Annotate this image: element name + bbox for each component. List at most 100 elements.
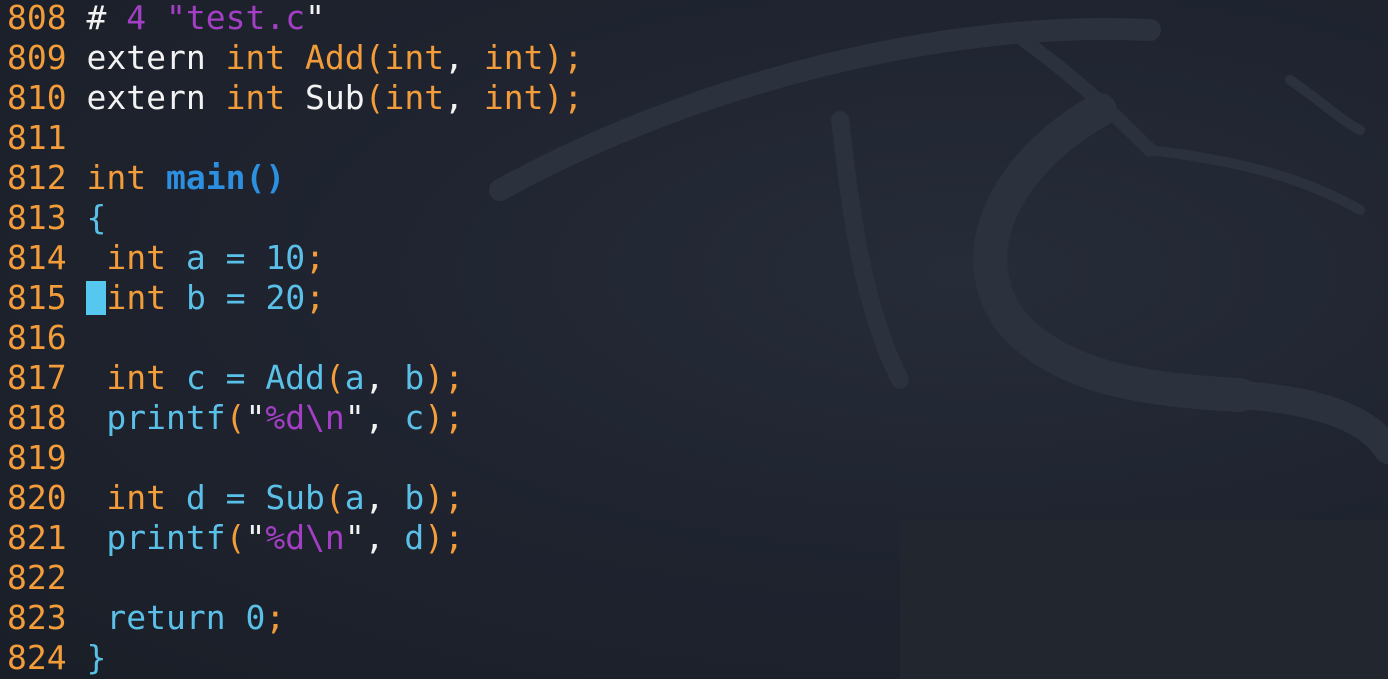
code-token: Sub bbox=[305, 78, 365, 117]
code-token: ( bbox=[324, 358, 345, 397]
line-number: 816 bbox=[7, 318, 67, 357]
line-number: 812 bbox=[7, 158, 67, 197]
code-token: b bbox=[404, 358, 425, 397]
code-token: " bbox=[245, 398, 266, 437]
code-token: int bbox=[483, 38, 544, 77]
code-line[interactable]: 809 extern int Add(int, int); bbox=[7, 38, 583, 78]
code-line[interactable]: 818 printf("%d\n", c); bbox=[7, 398, 583, 438]
line-number: 813 bbox=[7, 198, 67, 237]
code-token: d = Sub bbox=[185, 478, 325, 517]
code-token: printf bbox=[106, 398, 226, 437]
code-token: int bbox=[225, 78, 306, 117]
code-line[interactable]: 808 # 4 "test.c" bbox=[7, 0, 583, 38]
code-token: ( bbox=[364, 78, 385, 117]
code-line[interactable]: 813 { bbox=[7, 198, 583, 238]
line-number: 814 bbox=[7, 238, 67, 277]
code-token: ( bbox=[324, 478, 345, 517]
code-token: c = Add bbox=[185, 358, 325, 397]
line-number: 824 bbox=[7, 638, 67, 677]
code-token: "test.c bbox=[165, 0, 306, 37]
code-line[interactable]: 823 return 0; bbox=[7, 598, 583, 638]
line-number: 823 bbox=[7, 598, 67, 637]
code-token: int bbox=[86, 158, 166, 197]
code-token: 4 bbox=[126, 0, 166, 37]
code-token: " bbox=[305, 0, 325, 37]
code-token: , bbox=[364, 478, 405, 517]
code-line[interactable]: 820 int d = Sub(a, b); bbox=[7, 478, 583, 518]
code-token: a = bbox=[185, 238, 266, 277]
code-token: int bbox=[384, 78, 445, 117]
code-token: ); bbox=[424, 358, 465, 397]
line-number: 818 bbox=[7, 398, 67, 437]
code-line[interactable]: 821 printf("%d\n", d); bbox=[7, 518, 583, 558]
code-token: ); bbox=[424, 478, 465, 517]
line-number: 809 bbox=[7, 38, 67, 77]
line-number: 819 bbox=[7, 438, 67, 477]
code-token: main() bbox=[165, 158, 286, 197]
code-line[interactable]: 812 int main() bbox=[7, 158, 583, 198]
code-token: 20 bbox=[265, 278, 306, 317]
code-token: ( bbox=[364, 38, 385, 77]
code-token: ", bbox=[344, 518, 405, 557]
line-number: 808 bbox=[7, 0, 67, 37]
code-line[interactable]: 817 int c = Add(a, b); bbox=[7, 358, 583, 398]
line-number: 811 bbox=[7, 118, 67, 157]
code-line[interactable]: 822 bbox=[7, 558, 583, 598]
code-line[interactable]: 811 bbox=[7, 118, 583, 158]
code-token: ); bbox=[543, 38, 584, 77]
code-token: ); bbox=[424, 518, 465, 557]
code-token: a bbox=[344, 358, 365, 397]
code-editor[interactable]: 808 # 4 "test.c" 809 extern int Add(int, … bbox=[7, 0, 583, 678]
code-token: , bbox=[444, 38, 484, 77]
code-line[interactable]: 824 } bbox=[7, 638, 583, 678]
code-token: c bbox=[404, 398, 425, 437]
code-token: int bbox=[384, 38, 445, 77]
line-number: 815 bbox=[7, 278, 67, 317]
code-line[interactable]: 810 extern int Sub(int, int); bbox=[7, 78, 583, 118]
code-token: ; bbox=[305, 278, 326, 317]
code-token: int bbox=[106, 278, 186, 317]
code-token: b bbox=[404, 478, 425, 517]
code-line[interactable]: 819 bbox=[7, 438, 583, 478]
code-line[interactable]: 815 int b = 20; bbox=[7, 278, 583, 318]
code-token: ); bbox=[424, 398, 465, 437]
line-number: 810 bbox=[7, 78, 67, 117]
code-token: 10 bbox=[265, 238, 306, 277]
code-token: , bbox=[444, 78, 484, 117]
code-line[interactable]: 814 int a = 10; bbox=[7, 238, 583, 278]
code-token: int bbox=[483, 78, 544, 117]
line-number: 820 bbox=[7, 478, 67, 517]
text-cursor bbox=[86, 281, 107, 315]
code-token: b = bbox=[185, 278, 266, 317]
code-token: printf bbox=[106, 518, 226, 557]
code-token: { bbox=[86, 198, 107, 237]
code-token: int bbox=[106, 478, 186, 517]
code-token: a bbox=[344, 478, 365, 517]
code-token: " bbox=[245, 518, 266, 557]
terminal-window[interactable]: 808 # 4 "test.c" 809 extern int Add(int, … bbox=[0, 0, 1388, 679]
code-token: %d\n bbox=[265, 518, 345, 557]
code-token: 0 bbox=[245, 598, 266, 637]
code-token: ( bbox=[225, 518, 246, 557]
line-number: 822 bbox=[7, 558, 67, 597]
code-token: extern bbox=[86, 78, 226, 117]
line-number: 821 bbox=[7, 518, 67, 557]
code-token: ); bbox=[543, 78, 584, 117]
code-token: ; bbox=[305, 238, 325, 277]
code-token: # bbox=[86, 0, 127, 37]
code-token: int bbox=[106, 238, 186, 277]
code-line[interactable]: 816 bbox=[7, 318, 583, 358]
code-token: , bbox=[364, 358, 405, 397]
